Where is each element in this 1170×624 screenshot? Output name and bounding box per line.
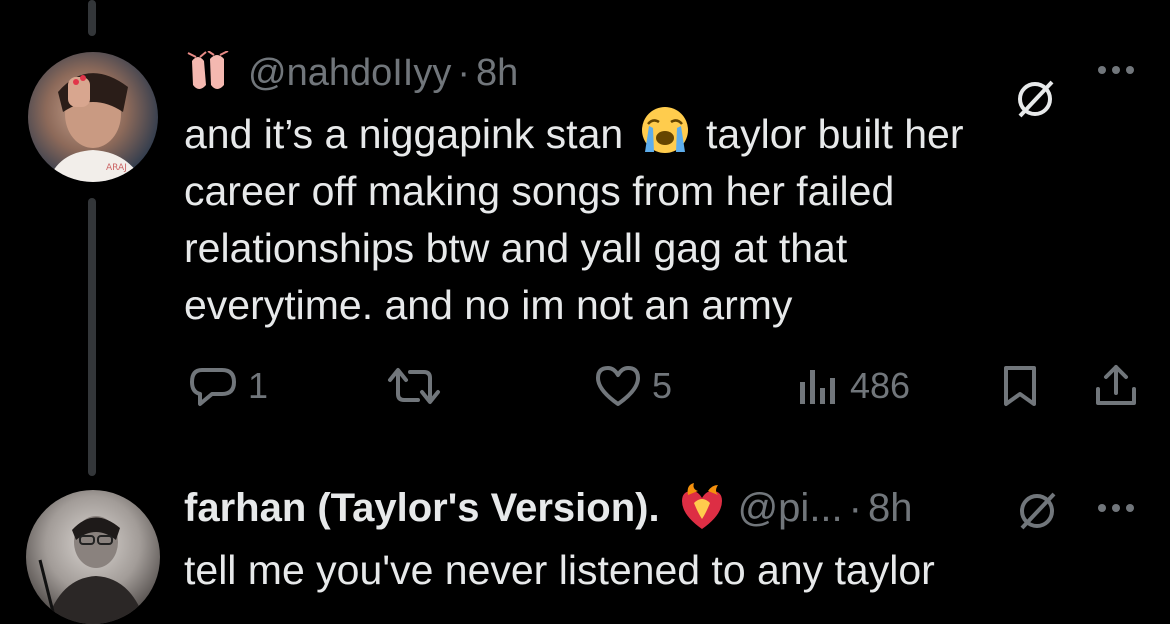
muted-conversation-icon[interactable] xyxy=(1012,76,1058,122)
bookmark-button[interactable] xyxy=(1000,360,1040,412)
share-icon xyxy=(1096,365,1136,405)
reply-icon xyxy=(190,368,236,406)
view-count: 486 xyxy=(850,365,911,406)
like-button[interactable]: 5 xyxy=(594,360,672,412)
author-handle[interactable]: @pi... xyxy=(738,486,843,531)
reply-count: 1 xyxy=(248,365,269,406)
views-button[interactable]: 486 xyxy=(796,360,910,412)
muted-conversation-icon[interactable] xyxy=(1014,488,1060,534)
avatar[interactable]: ARAJ xyxy=(28,52,158,182)
views-chart-icon xyxy=(800,370,835,404)
heart-on-fire-icon xyxy=(681,483,722,529)
separator: · xyxy=(457,51,471,94)
separator: · xyxy=(848,485,862,530)
author-display-name[interactable]: farhan (Taylor's Version). xyxy=(184,486,660,531)
author-handle[interactable]: @nahdoIIyy xyxy=(248,52,451,95)
timestamp[interactable]: 8h xyxy=(476,52,518,95)
thread-line-middle xyxy=(88,198,96,476)
ballet-shoes-icon xyxy=(187,51,229,89)
retweet-icon xyxy=(388,368,440,404)
reply-button[interactable]: 1 xyxy=(188,360,268,412)
heart-icon xyxy=(596,366,640,406)
tweet-text: tell me you've never listened to any tay… xyxy=(184,547,935,593)
tweet[interactable]: farhan (Taylor's Version). @pi... · 8h t… xyxy=(184,478,1144,599)
tweet-text: and it’s a niggapink stan taylor built h… xyxy=(184,104,1144,334)
tweet-header: @nahdoIIyy · 8h xyxy=(184,48,1144,98)
tweet-header: farhan (Taylor's Version). @pi... · 8h xyxy=(184,478,1144,538)
avatar-photo-icon xyxy=(38,516,146,624)
more-options-icon[interactable] xyxy=(1096,64,1136,76)
share-button[interactable] xyxy=(1094,360,1138,412)
svg-text:ARAJ: ARAJ xyxy=(106,163,127,173)
avatar-photo-icon: ARAJ xyxy=(48,73,143,182)
more-options-icon[interactable] xyxy=(1096,502,1136,514)
like-count: 5 xyxy=(652,365,673,406)
tweet-actions: 1 5 486 xyxy=(184,360,1144,412)
tweet-text-part1: and it’s a niggapink stan xyxy=(184,111,624,157)
tweet[interactable]: @nahdoIIyy · 8h and it’s a niggapink sta… xyxy=(184,48,1144,334)
retweet-button[interactable] xyxy=(386,360,442,412)
timestamp[interactable]: 8h xyxy=(868,486,913,531)
loudly-crying-face-icon xyxy=(641,107,688,153)
bookmark-icon xyxy=(1004,366,1036,406)
avatar[interactable] xyxy=(26,490,160,624)
thread-line-top xyxy=(88,0,96,36)
